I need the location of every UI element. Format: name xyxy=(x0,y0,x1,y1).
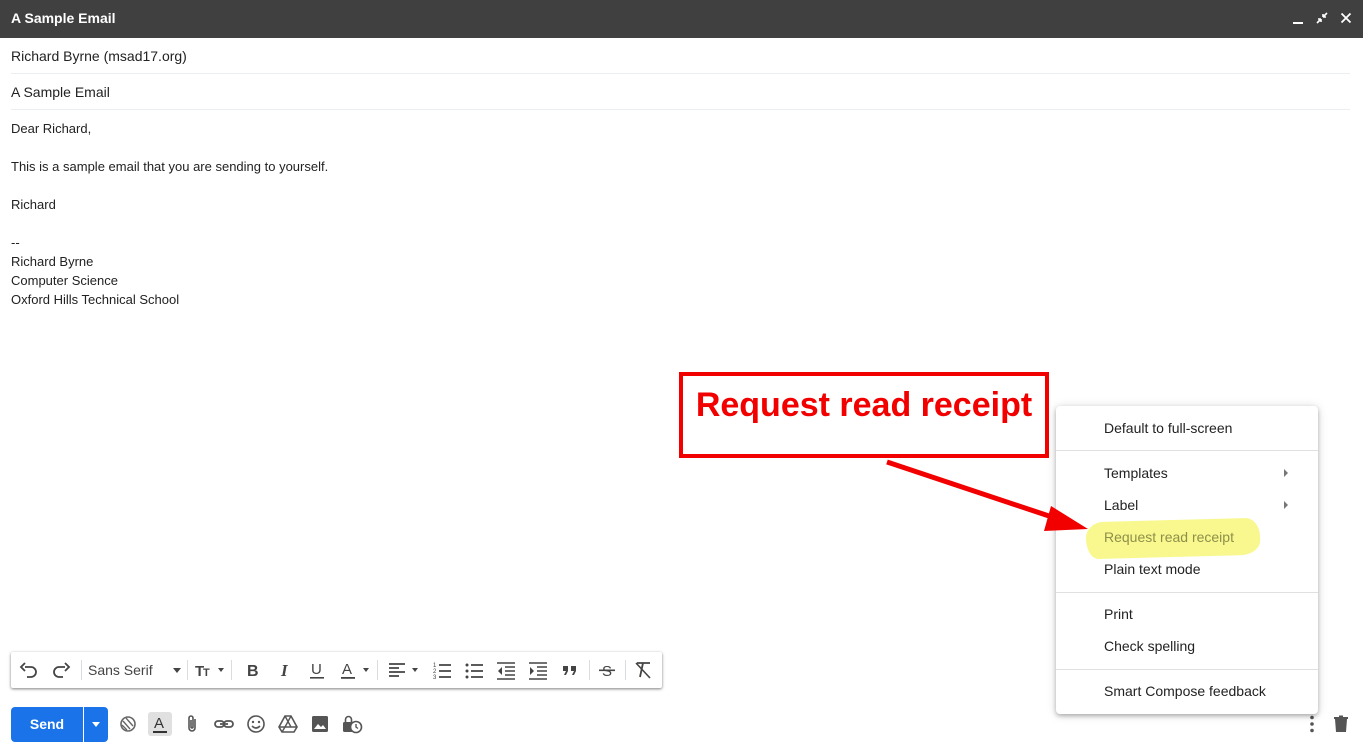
redo-icon[interactable] xyxy=(49,658,73,682)
toolbar-divider xyxy=(589,660,590,680)
menu-item-default-fullscreen[interactable]: Default to full-screen xyxy=(1056,412,1318,444)
compose-title: A Sample Email xyxy=(11,10,116,26)
menu-divider xyxy=(1056,592,1318,593)
to-field[interactable]: Richard Byrne (msad17.org) xyxy=(11,38,1350,74)
menu-item-smart-compose-feedback[interactable]: Smart Compose feedback xyxy=(1056,675,1318,707)
align-icon[interactable] xyxy=(385,658,409,682)
toolbar-divider xyxy=(377,660,378,680)
chevron-right-icon xyxy=(1284,469,1288,477)
toolbar-divider xyxy=(81,660,82,680)
body-line: Richard xyxy=(11,197,56,212)
annotation-text: Request read receipt xyxy=(695,386,1033,424)
send-options-button[interactable] xyxy=(84,707,108,742)
svg-text:S: S xyxy=(602,663,612,680)
menu-item-templates[interactable]: Templates xyxy=(1056,457,1318,489)
send-button[interactable]: Send xyxy=(11,707,83,742)
body-line: Dear Richard, xyxy=(11,121,92,136)
menu-item-label: Request read receipt xyxy=(1104,529,1234,545)
menu-item-label: Check spelling xyxy=(1104,638,1196,654)
chevron-down-icon xyxy=(173,668,181,673)
indent-more-icon[interactable] xyxy=(526,658,550,682)
text-color-icon[interactable]: A xyxy=(337,658,361,682)
exit-fullscreen-icon[interactable] xyxy=(1312,8,1332,28)
menu-item-label: Label xyxy=(1104,497,1139,513)
font-family-select[interactable]: Sans Serif xyxy=(83,658,181,682)
italic-icon[interactable]: I xyxy=(273,658,297,682)
more-options-icon[interactable] xyxy=(1300,712,1324,736)
body-line: Richard Byrne xyxy=(11,254,94,269)
chevron-down-icon xyxy=(92,722,100,727)
schedule-lock-icon[interactable] xyxy=(340,712,364,736)
formatting-options-icon[interactable]: A xyxy=(148,712,172,736)
font-family-value: Sans Serif xyxy=(88,662,153,678)
toolbar-divider xyxy=(187,660,188,680)
chevron-right-icon xyxy=(1284,501,1288,509)
bold-icon[interactable]: B xyxy=(241,658,265,682)
indent-less-icon[interactable] xyxy=(494,658,518,682)
formatting-toolbar: Sans Serif TT B I U A 123 S xyxy=(11,652,662,688)
svg-text:B: B xyxy=(247,663,259,680)
minimize-icon[interactable] xyxy=(1288,8,1308,28)
numbered-list-icon[interactable]: 123 xyxy=(430,658,454,682)
body-line: This is a sample email that you are send… xyxy=(11,159,329,174)
drive-icon[interactable] xyxy=(276,712,300,736)
svg-text:3: 3 xyxy=(433,675,437,681)
menu-item-label: Templates xyxy=(1104,465,1168,481)
text-size-icon[interactable]: TT xyxy=(193,658,217,682)
chevron-down-icon xyxy=(412,668,418,672)
link-icon[interactable] xyxy=(212,712,236,736)
menu-divider xyxy=(1056,450,1318,451)
menu-item-label: Print xyxy=(1104,606,1133,622)
undo-icon[interactable] xyxy=(17,658,41,682)
svg-text:A: A xyxy=(154,715,164,732)
strikethrough-icon[interactable]: S xyxy=(595,658,619,682)
chevron-down-icon xyxy=(218,668,224,672)
discard-icon[interactable] xyxy=(1329,712,1353,736)
compose-titlebar: A Sample Email xyxy=(0,0,1363,38)
menu-item-request-read-receipt[interactable]: Request read receipt xyxy=(1056,521,1318,553)
menu-divider xyxy=(1056,669,1318,670)
emoji-icon[interactable] xyxy=(244,712,268,736)
menu-item-label: Default to full-screen xyxy=(1104,420,1233,436)
attach-icon[interactable] xyxy=(180,712,204,736)
svg-text:I: I xyxy=(280,661,289,680)
chevron-down-icon xyxy=(363,668,369,672)
remove-formatting-icon[interactable] xyxy=(631,658,655,682)
close-icon[interactable] xyxy=(1336,8,1356,28)
svg-text:A: A xyxy=(342,661,352,678)
body-line: Oxford Hills Technical School xyxy=(11,292,180,307)
toolbar-divider xyxy=(625,660,626,680)
confidential-mode-icon[interactable] xyxy=(116,712,140,736)
underline-icon[interactable]: U xyxy=(305,658,329,682)
body-line: -- xyxy=(11,235,20,250)
toolbar-divider xyxy=(231,660,232,680)
subject-field[interactable]: A Sample Email xyxy=(11,74,1350,110)
bulleted-list-icon[interactable] xyxy=(462,658,486,682)
photo-icon[interactable] xyxy=(308,712,332,736)
menu-item-print[interactable]: Print xyxy=(1056,598,1318,630)
menu-item-check-spelling[interactable]: Check spelling xyxy=(1056,630,1318,662)
body-line: Computer Science xyxy=(11,273,118,288)
menu-item-label: Smart Compose feedback xyxy=(1104,683,1266,699)
svg-text:U: U xyxy=(311,661,322,678)
menu-item-label-submenu[interactable]: Label xyxy=(1056,489,1318,521)
menu-item-label: Plain text mode xyxy=(1104,561,1201,577)
quote-icon[interactable] xyxy=(558,658,582,682)
more-options-menu: Default to full-screen Templates Label P… xyxy=(1056,406,1318,714)
annotation-callout: Request read receipt xyxy=(679,372,1049,458)
svg-text:T: T xyxy=(203,667,210,679)
